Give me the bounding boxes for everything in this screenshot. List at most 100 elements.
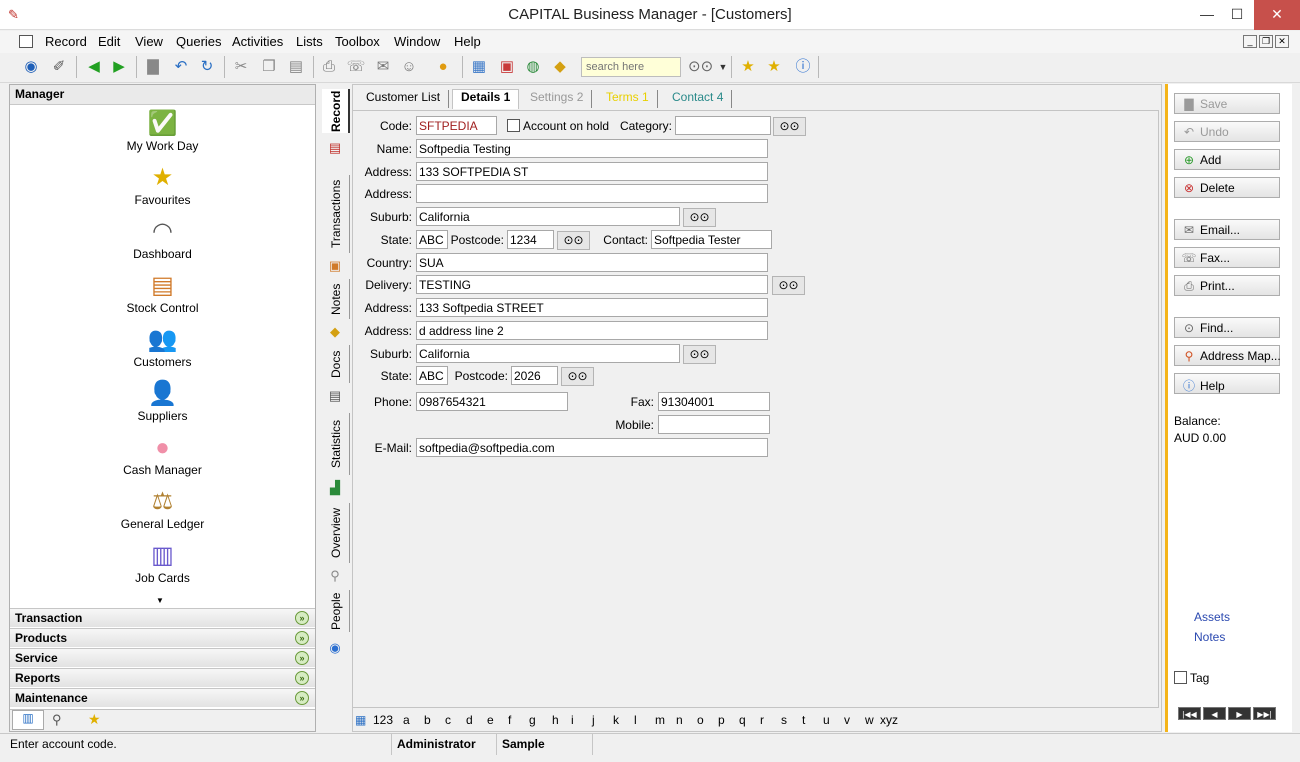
- minimize-button[interactable]: —: [1192, 0, 1222, 30]
- vtab-overview[interactable]: Overview: [322, 503, 350, 563]
- info-icon[interactable]: ⓘ: [792, 57, 814, 77]
- vtab-transactions[interactable]: Transactions: [322, 175, 350, 253]
- alpha-filter-letter[interactable]: k: [613, 713, 619, 727]
- eraser-icon[interactable]: ✐: [48, 57, 70, 77]
- next-record-button[interactable]: ▶: [1228, 707, 1251, 720]
- section-reports[interactable]: Reports »: [10, 668, 315, 687]
- alpha-filter-letter[interactable]: c: [445, 713, 451, 727]
- find-button[interactable]: ⊙ Find...: [1174, 317, 1280, 338]
- save-button[interactable]: ▇ Save: [1174, 93, 1280, 114]
- vtab-record[interactable]: Record: [322, 89, 350, 133]
- address2-field[interactable]: [416, 184, 768, 203]
- nav-cash-manager[interactable]: ● Cash Manager: [10, 433, 315, 477]
- address1-field[interactable]: 133 SOFTPEDIA ST: [416, 162, 768, 181]
- alpha-filter-letter[interactable]: d: [466, 713, 473, 727]
- menu-window[interactable]: Window: [394, 34, 440, 49]
- nav-job-cards[interactable]: ▥ Job Cards: [10, 541, 315, 585]
- last-record-button[interactable]: ▶▶|: [1253, 707, 1276, 720]
- name-field[interactable]: Softpedia Testing: [416, 139, 768, 158]
- next-record-icon[interactable]: ▶: [108, 57, 130, 77]
- vtab-notes[interactable]: Notes: [322, 279, 350, 319]
- delivery-state-field[interactable]: ABC: [416, 366, 448, 385]
- alpha-filter-letter[interactable]: r: [760, 713, 764, 727]
- mdi-minimize-button[interactable]: _: [1243, 35, 1257, 48]
- delivery-address1-field[interactable]: 133 Softpedia STREET: [416, 298, 768, 317]
- previous-record-icon[interactable]: ◀: [83, 57, 105, 77]
- section-service[interactable]: Service »: [10, 648, 315, 667]
- section-transaction[interactable]: Transaction »: [10, 608, 315, 627]
- postcode-lookup-button[interactable]: ⊙⊙: [557, 231, 590, 250]
- add-favourite-icon[interactable]: ★: [737, 57, 759, 77]
- postcode-field[interactable]: 1234: [507, 230, 554, 249]
- alpha-filter-letter[interactable]: j: [592, 713, 595, 727]
- section-maintenance[interactable]: Maintenance »: [10, 688, 315, 707]
- alpha-filter-xyz[interactable]: xyz: [880, 713, 898, 727]
- calendar-icon[interactable]: ▣: [496, 57, 518, 77]
- help-button[interactable]: ⓘ Help: [1174, 373, 1280, 394]
- menu-help[interactable]: Help: [454, 34, 481, 49]
- email-field[interactable]: softpedia@softpedia.com: [416, 438, 768, 457]
- vtab-people[interactable]: People: [322, 590, 350, 632]
- vtab-statistics[interactable]: Statistics: [322, 413, 350, 475]
- calculator-icon[interactable]: ▦: [468, 57, 490, 77]
- nav-general-ledger[interactable]: ⚖ General Ledger: [10, 487, 315, 531]
- email-icon[interactable]: ✉: [372, 57, 394, 77]
- alpha-filter-letter[interactable]: o: [697, 713, 704, 727]
- attachment-icon[interactable]: ⚲: [52, 712, 62, 728]
- delivery-postcode-lookup-button[interactable]: ⊙⊙: [561, 367, 594, 386]
- assets-link[interactable]: Assets: [1194, 610, 1230, 624]
- alpha-filter-letter[interactable]: v: [844, 713, 850, 727]
- first-record-button[interactable]: |◀◀: [1178, 707, 1201, 720]
- vtab-docs[interactable]: Docs: [322, 345, 350, 383]
- alpha-filter-letter[interactable]: l: [634, 713, 637, 727]
- fax-button[interactable]: ☏ Fax...: [1174, 247, 1280, 268]
- delivery-lookup-button[interactable]: ⊙⊙: [772, 276, 805, 295]
- remove-favourite-icon[interactable]: ★: [763, 57, 785, 77]
- alpha-filter-letter[interactable]: m: [655, 713, 665, 727]
- notes-icon[interactable]: ◆: [549, 57, 571, 77]
- contact-field[interactable]: Softpedia Tester: [651, 230, 772, 249]
- alpha-filter-letter[interactable]: t: [802, 713, 805, 727]
- nav-customers[interactable]: 👥 Customers: [10, 325, 315, 369]
- refresh-icon[interactable]: ↻: [196, 57, 218, 77]
- delete-button[interactable]: ⊗ Delete: [1174, 177, 1280, 198]
- menu-edit[interactable]: Edit: [98, 34, 120, 49]
- fax-icon[interactable]: ☏: [345, 57, 367, 77]
- address-map-button[interactable]: ⚲ Address Map...: [1174, 345, 1281, 366]
- tab-details[interactable]: Details 1: [452, 89, 520, 109]
- alpha-filter-letter[interactable]: g: [529, 713, 536, 727]
- menu-activities[interactable]: Activities: [232, 34, 283, 49]
- alpha-filter-letter[interactable]: s: [781, 713, 787, 727]
- menu-queries[interactable]: Queries: [176, 34, 222, 49]
- alpha-filter-letter[interactable]: f: [508, 713, 511, 727]
- back-icon[interactable]: ◉: [20, 57, 42, 77]
- tab-customer-list[interactable]: Customer List: [358, 90, 450, 108]
- phone-field[interactable]: 0987654321: [416, 392, 568, 411]
- alpha-filter-letter[interactable]: e: [487, 713, 494, 727]
- menu-view[interactable]: View: [135, 34, 163, 49]
- binoculars-icon[interactable]: ⊙⊙: [688, 57, 713, 77]
- document-menu-icon[interactable]: [19, 35, 33, 48]
- alpha-filter-letter[interactable]: a: [403, 713, 410, 727]
- email-button[interactable]: ✉ Email...: [1174, 219, 1280, 240]
- mdi-restore-button[interactable]: ❐: [1259, 35, 1273, 48]
- cash-icon[interactable]: ●: [432, 57, 454, 77]
- category-field[interactable]: [675, 116, 771, 135]
- grid-icon[interactable]: ▦: [355, 713, 366, 727]
- maximize-button[interactable]: ☐: [1222, 0, 1252, 30]
- alpha-filter-letter[interactable]: b: [424, 713, 431, 727]
- tab-contact[interactable]: Contact 4: [664, 90, 733, 108]
- tag-checkbox[interactable]: [1174, 671, 1187, 684]
- favourites-icon[interactable]: ★: [88, 711, 101, 728]
- suburb-lookup-button[interactable]: ⊙⊙: [683, 208, 716, 227]
- delivery-postcode-field[interactable]: 2026: [511, 366, 558, 385]
- cut-icon[interactable]: ✂: [230, 57, 252, 77]
- nav-suppliers[interactable]: 👤 Suppliers: [10, 379, 315, 423]
- alpha-filter-letter[interactable]: w: [865, 713, 874, 727]
- menu-lists[interactable]: Lists: [296, 34, 323, 49]
- alpha-filter-numbers[interactable]: 123: [373, 713, 393, 727]
- scroll-down-icon[interactable]: ▼: [156, 596, 164, 605]
- alpha-filter-letter[interactable]: i: [571, 713, 574, 727]
- undo-icon[interactable]: ↶: [170, 57, 192, 77]
- close-button[interactable]: ✕: [1254, 0, 1300, 30]
